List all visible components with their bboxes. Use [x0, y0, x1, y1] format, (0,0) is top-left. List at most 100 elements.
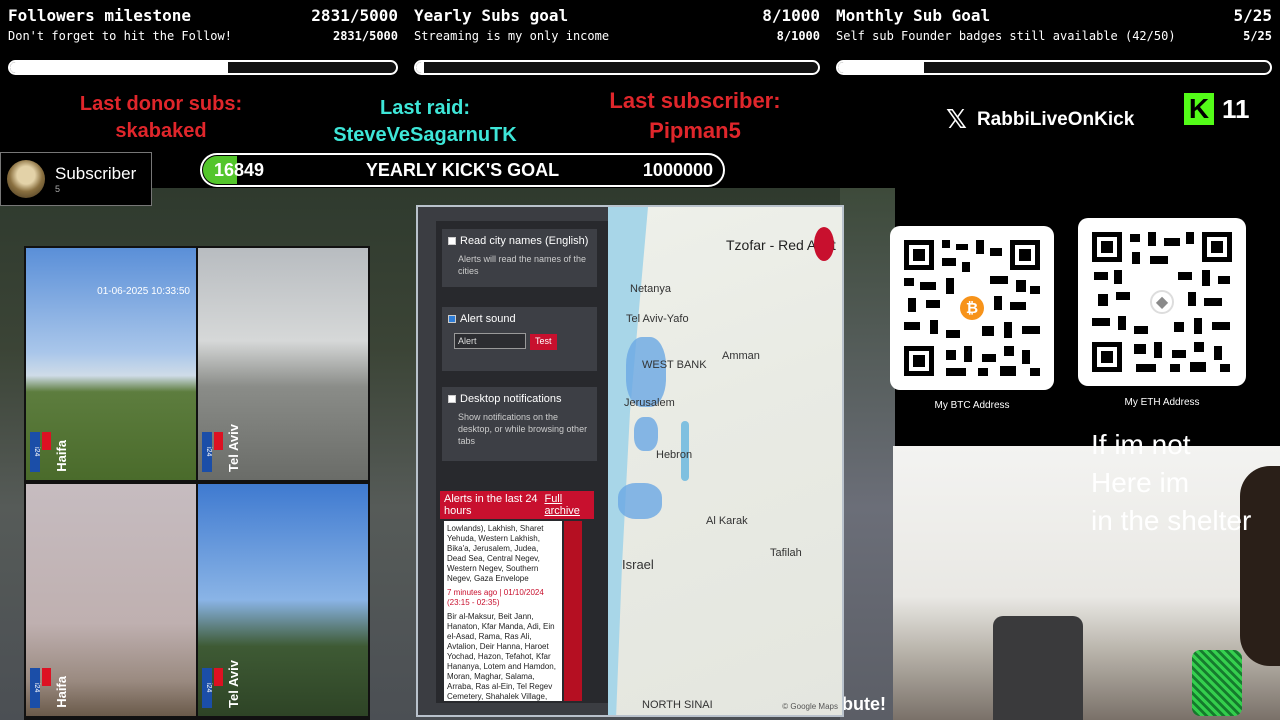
map-attribution: © Google Maps [782, 702, 838, 711]
last-subscriber: Last subscriber: Pipman5 [570, 86, 820, 146]
camera-city: Haifa [54, 676, 69, 708]
eth-qr-code: ◆ [1078, 218, 1246, 386]
map-label: Hebron [656, 449, 693, 461]
channel-logo: i24 [30, 668, 40, 708]
alerts-header-label: Alerts in the last 24 hours [444, 493, 538, 517]
alert-zone [618, 483, 662, 519]
goal-subtitle: Don't forget to hit the Follow! [8, 29, 232, 43]
goal-title: Yearly Subs goal [414, 6, 569, 25]
goal-progress-bar [8, 60, 398, 75]
checkbox[interactable] [448, 395, 456, 403]
last-donor: Last donor subs: skabaked [46, 91, 276, 145]
option-description: Show notifications on the desktop, or wh… [458, 412, 588, 446]
background-text: bute! [842, 694, 886, 714]
map-label: NORTH SINAI [642, 699, 713, 711]
option-desktop-notifications[interactable]: Desktop notifications Show notifications… [442, 387, 597, 461]
red-alert-panel: Netanya Tel Aviv-Yafo WEST BANK Amman Je… [416, 205, 844, 717]
goal-progress-fill [10, 62, 229, 73]
camera-city: Tel Aviv [226, 660, 241, 708]
last-raid: Last raid: SteveVeSagarnuTK [310, 95, 540, 149]
office-chair [993, 616, 1083, 720]
btc-caption: My BTC Address [934, 400, 1010, 411]
alerts-scrollbar[interactable] [564, 521, 582, 701]
goal-count-small: 2831/5000 [332, 29, 398, 43]
kick-viewer-count: 11 [1222, 93, 1250, 124]
option-label: Read city names (English) [460, 235, 589, 247]
channel-logo: i24 [30, 432, 40, 472]
subscriber-label: Subscriber [55, 164, 137, 183]
goal-count-small: 8/1000 [776, 29, 820, 43]
live-badge [42, 668, 51, 686]
goal-subtitle: Self sub Founder badges still available … [836, 29, 1176, 43]
map-label: Amman [722, 350, 760, 362]
last-subscriber-label: Last subscriber: [609, 88, 781, 113]
channel-logo: i24 [202, 668, 212, 708]
yearly-subs-goal: Yearly Subs goal 8/1000 Streaming is my o… [406, 0, 828, 82]
settings-menu: Read city names (English) Alerts will re… [436, 221, 608, 703]
monthly-sub-goal: Monthly Sub Goal 5/25 Self sub Founder ba… [828, 0, 1280, 82]
goal-title: Monthly Sub Goal [836, 6, 991, 25]
subscriber-box: Subscriber 5 [0, 152, 152, 206]
last-raid-label: Last raid: [379, 97, 471, 119]
last-subscriber-name: Pipman5 [649, 118, 741, 143]
alert-zone [634, 417, 658, 451]
goal-progress-bar [414, 60, 820, 75]
yearly-kick-goal-bar: 16849 YEARLY KICK'S GOAL 1000000 [200, 153, 725, 187]
camera-feed: i24 Tel Aviv [198, 248, 368, 480]
avatar [7, 160, 45, 198]
shelter-line: Here im [1091, 467, 1190, 498]
test-button[interactable]: Test [530, 334, 557, 350]
checkbox[interactable] [448, 237, 456, 245]
camera-grid: 01-06-2025 10:33:50 i24 Haifa i24 Tel Aviv… [24, 246, 370, 720]
alerts-header: Alerts in the last 24 hours Full archive [440, 491, 594, 519]
camera-timestamp: 01-06-2025 10:33:50 [97, 286, 190, 297]
eth-caption: My ETH Address [1124, 397, 1200, 408]
alert-item-text: Lowlands), Lakhish, Sharet Yehuda, Weste… [447, 524, 544, 583]
game-background-strip [840, 188, 895, 720]
goal-count: 8/1000 [762, 6, 820, 25]
kick-viewers: K 11 [1184, 93, 1250, 125]
live-badge [42, 432, 51, 450]
x-handle: RabbiLiveOnKick [976, 109, 1135, 130]
btc-qr-code: ₿ [890, 226, 1054, 390]
last-donor-name: skabaked [115, 120, 207, 142]
checkbox[interactable] [448, 315, 456, 323]
goal-title: Followers milestone [8, 6, 192, 25]
goal-progress-fill [416, 62, 425, 73]
map-label: Israel [622, 557, 654, 572]
kick-logo-icon: K [1184, 93, 1214, 125]
last-donor-label: Last donor subs: [79, 93, 243, 115]
x-logo-icon: 𝕏 [946, 105, 967, 135]
red-alert-logo-icon [814, 227, 834, 261]
map-label: Netanya [630, 283, 671, 295]
goal-subtitle: Streaming is my only income [414, 29, 610, 43]
followers-goal: Followers milestone 2831/5000 Don't forge… [0, 0, 406, 82]
camera-feed: i24 Haifa [26, 484, 196, 716]
full-archive-link[interactable]: Full archive [544, 493, 590, 517]
goal-count-small: 5/25 [1243, 29, 1272, 43]
goal-progress-bar [836, 60, 1272, 75]
sound-select[interactable]: Alert [454, 333, 526, 349]
option-description: Alerts will read the names of the cities [458, 254, 587, 276]
shelter-note: If im not Here im in the shelter [1091, 426, 1251, 540]
map-label: WEST BANK [642, 359, 707, 371]
live-badge [214, 432, 223, 450]
goal-progress-fill [838, 62, 925, 73]
camera-feed: i24 Tel Aviv [198, 484, 368, 716]
x-social: 𝕏 RabbiLiveOnKick [946, 105, 1134, 135]
option-label: Alert sound [460, 313, 516, 325]
subscriber-count: 5 [55, 184, 61, 194]
camera-city: Tel Aviv [226, 424, 241, 472]
alert-item-text: Bir al-Maksur, Beit Jann, Hanaton, Kfar … [447, 612, 556, 701]
ethereum-icon: ◆ [1150, 290, 1174, 314]
alerts-list[interactable]: Lowlands), Lakhish, Sharet Yehuda, Weste… [444, 521, 562, 701]
option-alert-sound[interactable]: Alert sound Alert Test [442, 307, 597, 371]
shelter-line: in the shelter [1091, 505, 1252, 536]
camera-feed: 01-06-2025 10:33:50 i24 Haifa [26, 248, 196, 480]
option-city-names[interactable]: Read city names (English) Alerts will re… [442, 229, 597, 287]
live-badge [214, 668, 223, 686]
alert-item-time: 7 minutes ago | 01/10/2024 (23:15 - 02:3… [447, 588, 544, 607]
channel-logo: i24 [202, 432, 212, 472]
goal-count: 2831/5000 [311, 6, 398, 25]
option-label: Desktop notifications [460, 393, 562, 405]
